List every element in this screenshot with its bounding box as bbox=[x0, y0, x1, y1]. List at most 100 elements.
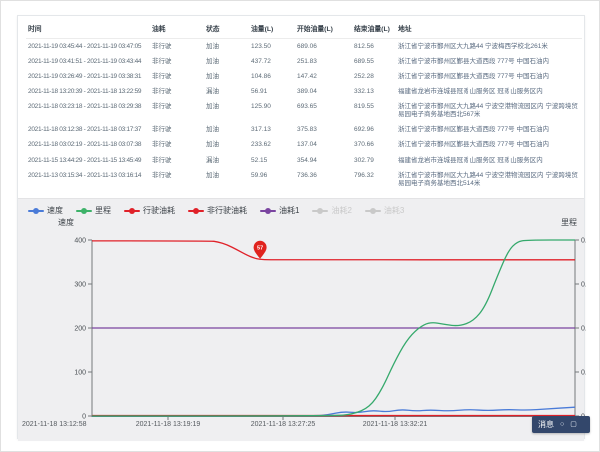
report-panel: 时间油耗状态油量(L)开始油量(L)结束油量(L)地址 2021-11-19 0… bbox=[17, 15, 585, 439]
leak-marker-label: 57 bbox=[257, 245, 263, 251]
right-axis-name: 里程 bbox=[561, 218, 577, 227]
cell-time: 2021-11-18 13:20:39 - 2021-11-18 13:22:5… bbox=[26, 84, 150, 99]
cell-time: 2021-11-18 03:02:19 - 2021-11-18 03:07:3… bbox=[26, 138, 150, 153]
cell-address: 浙江省宁波市鄞州区大九路44 宁波空港物流园区内 宁波跨境贸易园电子商务基地西北… bbox=[396, 168, 582, 191]
cell-amount: 123.50 bbox=[249, 39, 295, 55]
cell-fuel_mode: 非行驶 bbox=[150, 138, 204, 153]
cell-end_amount: 302.79 bbox=[352, 153, 396, 168]
x-axis-tick-label: 2021-11-18 13:12:58 bbox=[22, 421, 87, 428]
table-row[interactable]: 2021-11-19 03:41:51 - 2021-11-19 03:43:4… bbox=[26, 54, 582, 69]
right-axis-tick-label: 0.05 km bbox=[581, 370, 586, 377]
right-axis-tick-label: 0.15 km bbox=[581, 282, 586, 289]
cell-address: 浙江省宁波市鄞州区鄞县大道西段 777号 中国石油内 bbox=[396, 123, 582, 138]
message-widget-label: 消息 bbox=[538, 419, 554, 430]
table-row[interactable]: 2021-11-18 13:20:39 - 2021-11-18 13:22:5… bbox=[26, 84, 582, 99]
cell-start_amount: 689.06 bbox=[295, 39, 352, 55]
cell-fuel_mode: 非行驶 bbox=[150, 54, 204, 69]
table-row[interactable]: 2021-11-19 03:45:44 - 2021-11-19 03:47:0… bbox=[26, 39, 582, 55]
cell-address: 浙江省宁波市鄞州区鄞县大道西段 777号 中国石油内 bbox=[396, 69, 582, 84]
col-amount: 油量(L) bbox=[249, 18, 295, 39]
cell-address: 浙江省宁波市鄞州区大九路44 宁波梅西学校北261米 bbox=[396, 39, 582, 55]
cell-end_amount: 796.32 bbox=[352, 168, 396, 191]
cell-start_amount: 147.42 bbox=[295, 69, 352, 84]
cell-fuel_mode: 非行驶 bbox=[150, 123, 204, 138]
cell-status: 加油 bbox=[204, 123, 249, 138]
table-row[interactable]: 2021-11-18 03:02:19 - 2021-11-18 03:07:3… bbox=[26, 138, 582, 153]
cell-start_amount: 137.04 bbox=[295, 138, 352, 153]
cell-fuel_mode: 非行驶 bbox=[150, 168, 204, 191]
cell-fuel_mode: 非行驶 bbox=[150, 84, 204, 99]
cell-start_amount: 736.36 bbox=[295, 168, 352, 191]
left-axis-tick-label: 0 bbox=[82, 414, 86, 421]
message-widget[interactable]: 消息 ○ ▢ bbox=[532, 416, 590, 433]
cell-fuel_mode: 非行驶 bbox=[150, 39, 204, 55]
cell-amount: 52.15 bbox=[249, 153, 295, 168]
cell-status: 加油 bbox=[204, 39, 249, 55]
cell-start_amount: 251.83 bbox=[295, 54, 352, 69]
fuel-report-screen: 时间油耗状态油量(L)开始油量(L)结束油量(L)地址 2021-11-19 0… bbox=[0, 0, 600, 452]
circle-icon[interactable]: ○ bbox=[560, 421, 564, 428]
square-icon[interactable]: ▢ bbox=[570, 421, 577, 428]
cell-start_amount: 354.94 bbox=[295, 153, 352, 168]
col-start_amount: 开始油量(L) bbox=[295, 18, 352, 39]
cell-time: 2021-11-18 03:12:38 - 2021-11-18 03:17:3… bbox=[26, 123, 150, 138]
cell-time: 2021-11-15 13:44:29 - 2021-11-15 13:45:4… bbox=[26, 153, 150, 168]
fuel-events-table-section: 时间油耗状态油量(L)开始油量(L)结束油量(L)地址 2021-11-19 0… bbox=[18, 16, 584, 198]
table-row[interactable]: 2021-11-18 03:12:38 - 2021-11-18 03:17:3… bbox=[26, 123, 582, 138]
cell-amount: 437.72 bbox=[249, 54, 295, 69]
cell-time: 2021-11-19 03:26:49 - 2021-11-19 03:38:3… bbox=[26, 69, 150, 84]
cell-status: 加油 bbox=[204, 138, 249, 153]
col-fuel_mode: 油耗 bbox=[150, 18, 204, 39]
cell-time: 2021-11-19 03:45:44 - 2021-11-19 03:47:0… bbox=[26, 39, 150, 55]
table-header-row: 时间油耗状态油量(L)开始油量(L)结束油量(L)地址 bbox=[26, 18, 582, 39]
cell-status: 漏油 bbox=[204, 153, 249, 168]
cell-address: 浙江省宁波市鄞州区鄞县大道西段 777号 中国石油内 bbox=[396, 54, 582, 69]
idle-fuel-line bbox=[92, 241, 575, 260]
leak-marker-pin[interactable]: 57 bbox=[254, 241, 267, 259]
cell-start_amount: 375.83 bbox=[295, 123, 352, 138]
cell-amount: 59.96 bbox=[249, 168, 295, 191]
cell-start_amount: 693.65 bbox=[295, 100, 352, 123]
cell-fuel_mode: 非行驶 bbox=[150, 153, 204, 168]
left-axis-tick-label: 200 bbox=[74, 326, 86, 333]
left-axis-tick-label: 400 bbox=[74, 238, 86, 245]
fuel-chart: 速度 里程 40030020010000.2 km0.15 km0.1 km0.… bbox=[18, 199, 586, 439]
cell-start_amount: 389.04 bbox=[295, 84, 352, 99]
cell-amount: 56.91 bbox=[249, 84, 295, 99]
x-axis-tick-label: 2021-11-18 13:32:21 bbox=[363, 421, 428, 428]
cell-address: 福建省龙岩市连城县冠豸山服务区 冠豸山服务区内 bbox=[396, 153, 582, 168]
cell-amount: 317.13 bbox=[249, 123, 295, 138]
cell-time: 2021-11-13 03:15:34 - 2021-11-13 03:16:1… bbox=[26, 168, 150, 191]
cell-time: 2021-11-19 03:41:51 - 2021-11-19 03:43:4… bbox=[26, 54, 150, 69]
cell-status: 加油 bbox=[204, 100, 249, 123]
fuel-chart-section: 速度里程行驶油耗非行驶油耗油耗1油耗2油耗3 速度 里程 40030020010… bbox=[18, 198, 584, 441]
cell-status: 漏油 bbox=[204, 84, 249, 99]
cell-end_amount: 252.28 bbox=[352, 69, 396, 84]
cell-end_amount: 692.96 bbox=[352, 123, 396, 138]
col-time: 时间 bbox=[26, 18, 150, 39]
x-axis-tick-label: 2021-11-18 13:27:25 bbox=[251, 421, 316, 428]
left-axis-tick-label: 300 bbox=[74, 282, 86, 289]
table-row[interactable]: 2021-11-18 03:23:18 - 2021-11-18 03:29:3… bbox=[26, 100, 582, 123]
cell-address: 福建省龙岩市连城县冠豸山服务区 冠豸山服务区内 bbox=[396, 84, 582, 99]
speed-line bbox=[92, 407, 575, 416]
cell-end_amount: 812.56 bbox=[352, 39, 396, 55]
left-axis-name: 速度 bbox=[58, 217, 74, 227]
col-status: 状态 bbox=[204, 18, 249, 39]
col-address: 地址 bbox=[396, 18, 582, 39]
x-axis-tick-label: 2021-11-18 13:19:19 bbox=[136, 421, 201, 428]
cell-address: 浙江省宁波市鄞州区大九路44 宁波空港物流园区内 宁波跨境贸易园电子商务基地西北… bbox=[396, 100, 582, 123]
cell-fuel_mode: 非行驶 bbox=[150, 100, 204, 123]
fuel-events-table: 时间油耗状态油量(L)开始油量(L)结束油量(L)地址 2021-11-19 0… bbox=[26, 18, 582, 191]
cell-status: 加油 bbox=[204, 69, 249, 84]
cell-amount: 104.86 bbox=[249, 69, 295, 84]
table-row[interactable]: 2021-11-19 03:26:49 - 2021-11-19 03:38:3… bbox=[26, 69, 582, 84]
cell-address: 浙江省宁波市鄞州区鄞县大道西段 777号 中国石油内 bbox=[396, 138, 582, 153]
right-axis-tick-label: 0.2 km bbox=[581, 238, 586, 245]
table-row[interactable]: 2021-11-15 13:44:29 - 2021-11-15 13:45:4… bbox=[26, 153, 582, 168]
table-row[interactable]: 2021-11-13 03:15:34 - 2021-11-13 03:16:1… bbox=[26, 168, 582, 191]
cell-amount: 233.62 bbox=[249, 138, 295, 153]
cell-end_amount: 332.13 bbox=[352, 84, 396, 99]
col-end_amount: 结束油量(L) bbox=[352, 18, 396, 39]
right-axis-tick-label: 0.1 km bbox=[581, 326, 586, 333]
